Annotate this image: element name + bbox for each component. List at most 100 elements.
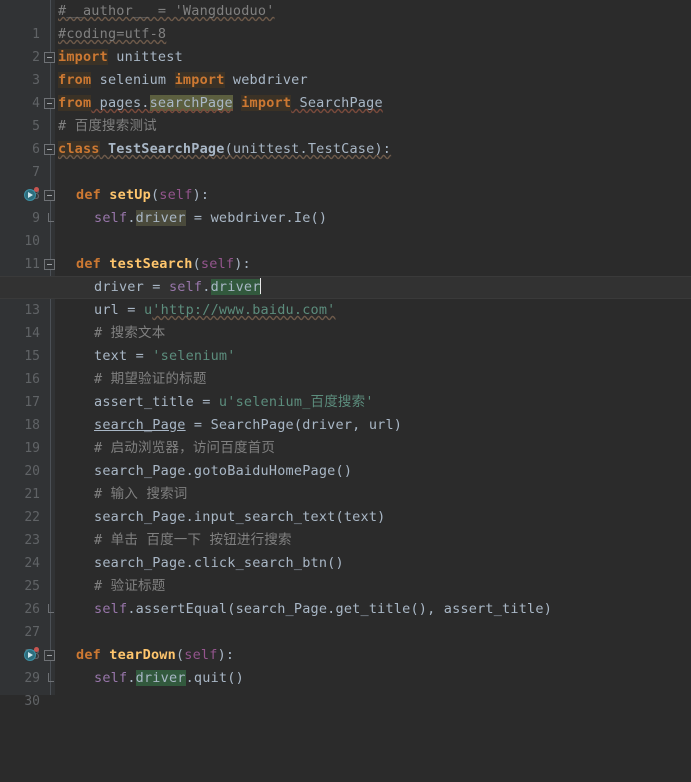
code-text[interactable]: # 百度搜索测试 (58, 115, 157, 138)
self-token: self (94, 601, 128, 617)
code-line-10[interactable]: 10 self.driver = webdriver.Ie() (0, 207, 691, 249)
text-caret (259, 278, 261, 294)
comment-token: #coding=utf-8 (58, 26, 167, 42)
code-line-14[interactable]: 14 url = u'http://www.baidu.com' (0, 299, 691, 341)
code-text[interactable]: search_Page.gotoBaiduHomePage() (94, 460, 352, 483)
paren-token: ): (192, 187, 210, 203)
code-text[interactable]: #__author__ = 'Wangduoduo' (58, 0, 275, 23)
function-name-token: setUp (100, 187, 151, 203)
code-line-2[interactable]: 2 #coding=utf-8 (0, 23, 691, 65)
fold-end-marker-icon[interactable] (44, 604, 55, 615)
code-text[interactable]: self.driver.quit() (94, 667, 244, 690)
code-text[interactable]: # 输入 搜索词 (94, 483, 187, 506)
call-token: search_Page.gotoBaiduHomePage() (94, 463, 353, 479)
code-text[interactable]: search_Page.input_search_text(text) (94, 506, 385, 529)
run-icon-triangle (28, 192, 33, 198)
code-text[interactable]: self.assertEqual(search_Page.get_title()… (94, 598, 552, 621)
code-line-17[interactable]: 17 # 期望验证的标题 (0, 368, 691, 410)
code-line-4[interactable]: 4 from selenium import webdriver (0, 69, 691, 111)
keyword-token: def (76, 187, 101, 203)
keyword-token: import (174, 72, 225, 88)
code-line-26[interactable]: 26 # 验证标题 (0, 575, 691, 617)
expression-token: .assertEqual(search_Page.get_title(), as… (127, 601, 553, 617)
variable-token: url = (94, 302, 144, 318)
self-token: self (94, 670, 128, 686)
code-text[interactable]: search_Page = SearchPage(driver, url) (94, 414, 402, 437)
code-line-27[interactable]: 27 self.assertEqual(search_Page.get_titl… (0, 598, 691, 640)
code-line-25[interactable]: 25 search_Page.click_search_btn() (0, 552, 691, 594)
fold-end-marker-icon[interactable] (44, 673, 55, 684)
code-line-18[interactable]: 18 assert_title = u'selenium_百度搜索' (0, 391, 691, 433)
code-line-28[interactable]: 28 (0, 621, 691, 663)
code-line-16[interactable]: 16 text = 'selenium' (0, 345, 691, 387)
keyword-token: import (58, 49, 108, 65)
run-test-icon[interactable] (24, 647, 39, 662)
fold-end-marker-icon[interactable] (44, 213, 55, 224)
code-text[interactable]: class TestSearchPage(unittest.TestCase): (58, 138, 391, 161)
code-line-23[interactable]: 23 search_Page.input_search_text(text) (0, 506, 691, 548)
code-line-12[interactable]: 12 def testSearch(self): (0, 253, 691, 295)
code-line-8[interactable]: 8 (0, 161, 691, 203)
code-text[interactable]: text = 'selenium' (94, 345, 236, 368)
fold-marker-icon[interactable] (44, 259, 55, 270)
call-token: search_Page.input_search_text(text) (94, 509, 386, 525)
code-line-6[interactable]: 6 # 百度搜索测试 (0, 115, 691, 157)
code-line-30[interactable]: 30 self.driver.quit() (0, 667, 691, 709)
code-line-5[interactable]: 5 from pages.searchPage import SearchPag… (0, 92, 691, 134)
code-text[interactable]: def testSearch(self): (76, 253, 251, 276)
dot-token: . (127, 210, 136, 226)
fold-marker-icon[interactable] (44, 52, 55, 63)
code-editor[interactable]: 1 #__author__ = 'Wangduoduo' 2 #coding=u… (0, 0, 691, 709)
code-text[interactable]: from pages.searchPage import SearchPage (58, 92, 383, 115)
code-text[interactable]: # 单击 百度一下 按钮进行搜索 (94, 529, 292, 552)
code-line-15[interactable]: 15 # 搜索文本 (0, 322, 691, 364)
code-line-11[interactable]: 11 (0, 230, 691, 272)
self-param-token: self (159, 187, 193, 203)
comment-token: # 输入 搜索词 (94, 486, 188, 502)
self-token: self (168, 279, 203, 295)
code-line-19[interactable]: 19 search_Page = SearchPage(driver, url) (0, 414, 691, 456)
code-text[interactable]: #coding=utf-8 (58, 23, 166, 46)
code-text[interactable]: # 启动浏览器，访问百度首页 (94, 437, 275, 460)
code-line-22[interactable]: 22 # 输入 搜索词 (0, 483, 691, 525)
code-text[interactable]: url = u'http://www.baidu.com' (94, 299, 336, 322)
code-text[interactable]: driver = self.driver (94, 276, 261, 299)
code-line-24[interactable]: 24 # 单击 百度一下 按钮进行搜索 (0, 529, 691, 571)
code-text[interactable]: import unittest (58, 46, 183, 69)
usage-highlight-token: driver (135, 670, 186, 686)
comment-token: # 百度搜索测试 (58, 118, 157, 134)
code-line-3[interactable]: 3 import unittest (0, 46, 691, 88)
run-test-icon[interactable] (24, 187, 39, 202)
fold-marker-icon[interactable] (44, 144, 55, 155)
self-param-token: self (200, 256, 235, 272)
variable-token: driver = (94, 279, 169, 295)
string-token: 'selenium' (152, 348, 236, 364)
code-line-7[interactable]: 7 class TestSearchPage(unittest.TestCase… (0, 138, 691, 180)
code-text[interactable]: # 验证标题 (94, 575, 165, 598)
code-text[interactable]: search_Page.click_search_btn() (94, 552, 344, 575)
fold-marker-icon[interactable] (44, 190, 55, 201)
fold-marker-icon[interactable] (44, 98, 55, 109)
code-text[interactable]: def tearDown(self): (76, 644, 234, 667)
line-number: 30 (24, 694, 40, 709)
code-line-20[interactable]: 20 # 启动浏览器，访问百度首页 (0, 437, 691, 479)
code-line-21[interactable]: 21 search_Page.gotoBaiduHomePage() (0, 460, 691, 502)
code-text[interactable]: # 期望验证的标题 (94, 368, 207, 391)
paren-token: ( (192, 256, 201, 272)
code-text[interactable]: # 搜索文本 (94, 322, 165, 345)
keyword-token: from (58, 72, 92, 88)
code-line-9[interactable]: 9 def setUp(self): (0, 184, 691, 226)
code-text[interactable]: self.driver = webdriver.Ie() (94, 207, 327, 230)
code-text[interactable]: assert_title = u'selenium_百度搜索' (94, 391, 374, 414)
code-line-1[interactable]: 1 #__author__ = 'Wangduoduo' (0, 0, 691, 42)
code-text[interactable]: def setUp(self): (76, 184, 209, 207)
package-token: pages. (91, 95, 150, 111)
fold-marker-icon[interactable] (44, 650, 55, 661)
code-text[interactable]: from selenium import webdriver (58, 69, 308, 92)
code-line-13[interactable]: 13 driver = self.driver (0, 276, 691, 318)
identifier-token: unittest (107, 49, 183, 65)
self-token: self (94, 210, 128, 226)
function-name-token: testSearch (100, 256, 193, 272)
code-line-29[interactable]: 29 def tearDown(self): (0, 644, 691, 686)
